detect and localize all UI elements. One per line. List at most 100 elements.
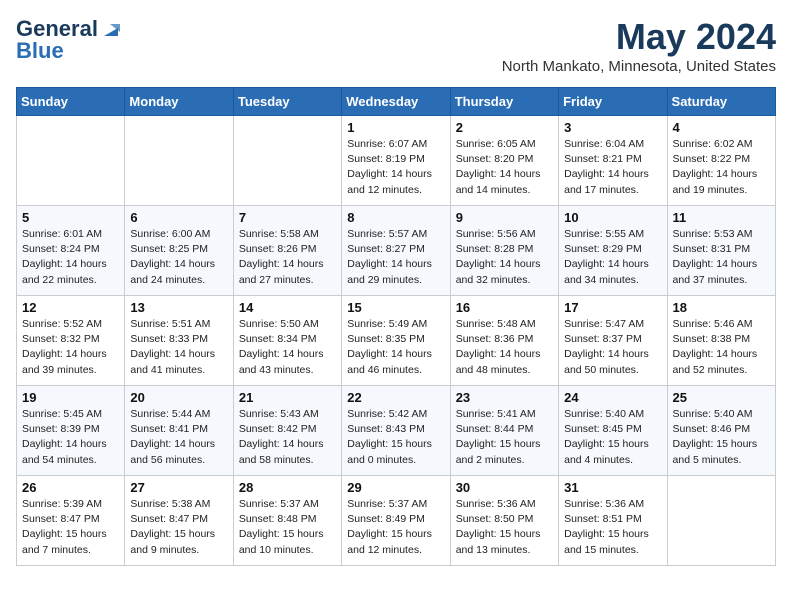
day-number: 30 [456, 480, 553, 495]
day-info: Sunrise: 5:44 AM Sunset: 8:41 PM Dayligh… [130, 407, 227, 468]
calendar-cell: 16Sunrise: 5:48 AM Sunset: 8:36 PM Dayli… [450, 296, 558, 386]
calendar-cell: 8 Sunrise: 5:57 AM Sunset: 8:27 PM Daylig… [342, 206, 450, 296]
day-info: Sunrise: 5:51 AM Sunset: 8:33 PM Dayligh… [130, 317, 227, 378]
day-info: Sunrise: 5:43 AM Sunset: 8:42 PM Dayligh… [239, 407, 336, 468]
day-number: 12 [22, 300, 119, 315]
day-number: 11 [673, 210, 770, 225]
day-info: Sunrise: 6:02 AM Sunset: 8:22 PM Dayligh… [673, 137, 770, 198]
calendar-cell: 31Sunrise: 5:36 AM Sunset: 8:51 PM Dayli… [559, 476, 667, 566]
calendar-week-row: 12 Sunrise: 5:52 AM Sunset: 8:32 PM Dayli… [17, 296, 776, 386]
day-number: 20 [130, 390, 227, 405]
calendar-cell: 10Sunrise: 5:55 AM Sunset: 8:29 PM Dayli… [559, 206, 667, 296]
day-number: 9 [456, 210, 553, 225]
calendar-cell: 11Sunrise: 5:53 AM Sunset: 8:31 PM Dayli… [667, 206, 775, 296]
day-number: 28 [239, 480, 336, 495]
day-info: Sunrise: 5:52 AM Sunset: 8:32 PM Dayligh… [22, 317, 119, 378]
day-number: 15 [347, 300, 444, 315]
day-info: Sunrise: 6:07 AM Sunset: 8:19 PM Dayligh… [347, 137, 444, 198]
calendar-cell: 20 Sunrise: 5:44 AM Sunset: 8:41 PM Dayli… [125, 386, 233, 476]
day-info: Sunrise: 6:01 AM Sunset: 8:24 PM Dayligh… [22, 227, 119, 288]
day-number: 25 [673, 390, 770, 405]
day-info: Sunrise: 5:56 AM Sunset: 8:28 PM Dayligh… [456, 227, 553, 288]
title-block: May 2024 North Mankato, Minnesota, Unite… [502, 16, 776, 75]
calendar-cell: 22Sunrise: 5:42 AM Sunset: 8:43 PM Dayli… [342, 386, 450, 476]
logo-triangle-icon [100, 18, 122, 40]
day-number: 19 [22, 390, 119, 405]
calendar-cell: 29 Sunrise: 5:37 AM Sunset: 8:49 PM Dayli… [342, 476, 450, 566]
day-info: Sunrise: 6:00 AM Sunset: 8:25 PM Dayligh… [130, 227, 227, 288]
weekday-header-monday: Monday [125, 88, 233, 116]
calendar-cell [125, 116, 233, 206]
calendar-cell: 18 Sunrise: 5:46 AM Sunset: 8:38 PM Dayli… [667, 296, 775, 386]
day-number: 29 [347, 480, 444, 495]
calendar-week-row: 5Sunrise: 6:01 AM Sunset: 8:24 PM Daylig… [17, 206, 776, 296]
calendar-table: SundayMondayTuesdayWednesdayThursdayFrid… [16, 87, 776, 566]
calendar-cell: 23 Sunrise: 5:41 AM Sunset: 8:44 PM Dayli… [450, 386, 558, 476]
weekday-header-row: SundayMondayTuesdayWednesdayThursdayFrid… [17, 88, 776, 116]
calendar-cell: 15 Sunrise: 5:49 AM Sunset: 8:35 PM Dayli… [342, 296, 450, 386]
day-info: Sunrise: 5:47 AM Sunset: 8:37 PM Dayligh… [564, 317, 661, 378]
day-number: 4 [673, 120, 770, 135]
day-info: Sunrise: 5:49 AM Sunset: 8:35 PM Dayligh… [347, 317, 444, 378]
day-info: Sunrise: 5:45 AM Sunset: 8:39 PM Dayligh… [22, 407, 119, 468]
day-info: Sunrise: 5:39 AM Sunset: 8:47 PM Dayligh… [22, 497, 119, 558]
day-number: 2 [456, 120, 553, 135]
day-info: Sunrise: 5:57 AM Sunset: 8:27 PM Dayligh… [347, 227, 444, 288]
calendar-cell: 13Sunrise: 5:51 AM Sunset: 8:33 PM Dayli… [125, 296, 233, 386]
day-info: Sunrise: 5:50 AM Sunset: 8:34 PM Dayligh… [239, 317, 336, 378]
weekday-header-sunday: Sunday [17, 88, 125, 116]
calendar-cell: 24Sunrise: 5:40 AM Sunset: 8:45 PM Dayli… [559, 386, 667, 476]
day-number: 22 [347, 390, 444, 405]
calendar-cell [17, 116, 125, 206]
weekday-header-wednesday: Wednesday [342, 88, 450, 116]
day-number: 1 [347, 120, 444, 135]
calendar-cell: 25 Sunrise: 5:40 AM Sunset: 8:46 PM Dayli… [667, 386, 775, 476]
calendar-cell: 21 Sunrise: 5:43 AM Sunset: 8:42 PM Dayli… [233, 386, 341, 476]
day-info: Sunrise: 5:40 AM Sunset: 8:46 PM Dayligh… [673, 407, 770, 468]
logo: General Blue [16, 16, 122, 64]
calendar-cell: 2 Sunrise: 6:05 AM Sunset: 8:20 PM Daylig… [450, 116, 558, 206]
day-number: 23 [456, 390, 553, 405]
calendar-cell: 6 Sunrise: 6:00 AM Sunset: 8:25 PM Daylig… [125, 206, 233, 296]
calendar-cell [667, 476, 775, 566]
calendar-cell: 4 Sunrise: 6:02 AM Sunset: 8:22 PM Daylig… [667, 116, 775, 206]
calendar-week-row: 19 Sunrise: 5:45 AM Sunset: 8:39 PM Dayli… [17, 386, 776, 476]
day-info: Sunrise: 6:05 AM Sunset: 8:20 PM Dayligh… [456, 137, 553, 198]
weekday-header-thursday: Thursday [450, 88, 558, 116]
day-number: 26 [22, 480, 119, 495]
day-number: 21 [239, 390, 336, 405]
weekday-header-saturday: Saturday [667, 88, 775, 116]
day-info: Sunrise: 6:04 AM Sunset: 8:21 PM Dayligh… [564, 137, 661, 198]
calendar-cell: 19 Sunrise: 5:45 AM Sunset: 8:39 PM Dayli… [17, 386, 125, 476]
day-info: Sunrise: 5:37 AM Sunset: 8:49 PM Dayligh… [347, 497, 444, 558]
calendar-cell: 27Sunrise: 5:38 AM Sunset: 8:47 PM Dayli… [125, 476, 233, 566]
day-info: Sunrise: 5:48 AM Sunset: 8:36 PM Dayligh… [456, 317, 553, 378]
day-info: Sunrise: 5:58 AM Sunset: 8:26 PM Dayligh… [239, 227, 336, 288]
day-info: Sunrise: 5:46 AM Sunset: 8:38 PM Dayligh… [673, 317, 770, 378]
calendar-cell: 17 Sunrise: 5:47 AM Sunset: 8:37 PM Dayli… [559, 296, 667, 386]
day-number: 3 [564, 120, 661, 135]
logo-blue-text: Blue [16, 38, 64, 64]
day-info: Sunrise: 5:36 AM Sunset: 8:51 PM Dayligh… [564, 497, 661, 558]
month-title: May 2024 [502, 16, 776, 58]
day-number: 6 [130, 210, 227, 225]
day-number: 17 [564, 300, 661, 315]
calendar-cell: 7 Sunrise: 5:58 AM Sunset: 8:26 PM Daylig… [233, 206, 341, 296]
calendar-cell: 3 Sunrise: 6:04 AM Sunset: 8:21 PM Daylig… [559, 116, 667, 206]
day-number: 8 [347, 210, 444, 225]
day-number: 10 [564, 210, 661, 225]
calendar-cell: 14 Sunrise: 5:50 AM Sunset: 8:34 PM Dayli… [233, 296, 341, 386]
calendar-cell: 30 Sunrise: 5:36 AM Sunset: 8:50 PM Dayli… [450, 476, 558, 566]
calendar-cell: 12 Sunrise: 5:52 AM Sunset: 8:32 PM Dayli… [17, 296, 125, 386]
calendar-cell [233, 116, 341, 206]
day-number: 27 [130, 480, 227, 495]
page-header: General Blue May 2024 North Mankato, Min… [16, 16, 776, 75]
day-number: 7 [239, 210, 336, 225]
calendar-cell: 1 Sunrise: 6:07 AM Sunset: 8:19 PM Daylig… [342, 116, 450, 206]
day-number: 14 [239, 300, 336, 315]
day-info: Sunrise: 5:36 AM Sunset: 8:50 PM Dayligh… [456, 497, 553, 558]
day-info: Sunrise: 5:40 AM Sunset: 8:45 PM Dayligh… [564, 407, 661, 468]
day-number: 18 [673, 300, 770, 315]
calendar-week-row: 1 Sunrise: 6:07 AM Sunset: 8:19 PM Daylig… [17, 116, 776, 206]
day-info: Sunrise: 5:41 AM Sunset: 8:44 PM Dayligh… [456, 407, 553, 468]
